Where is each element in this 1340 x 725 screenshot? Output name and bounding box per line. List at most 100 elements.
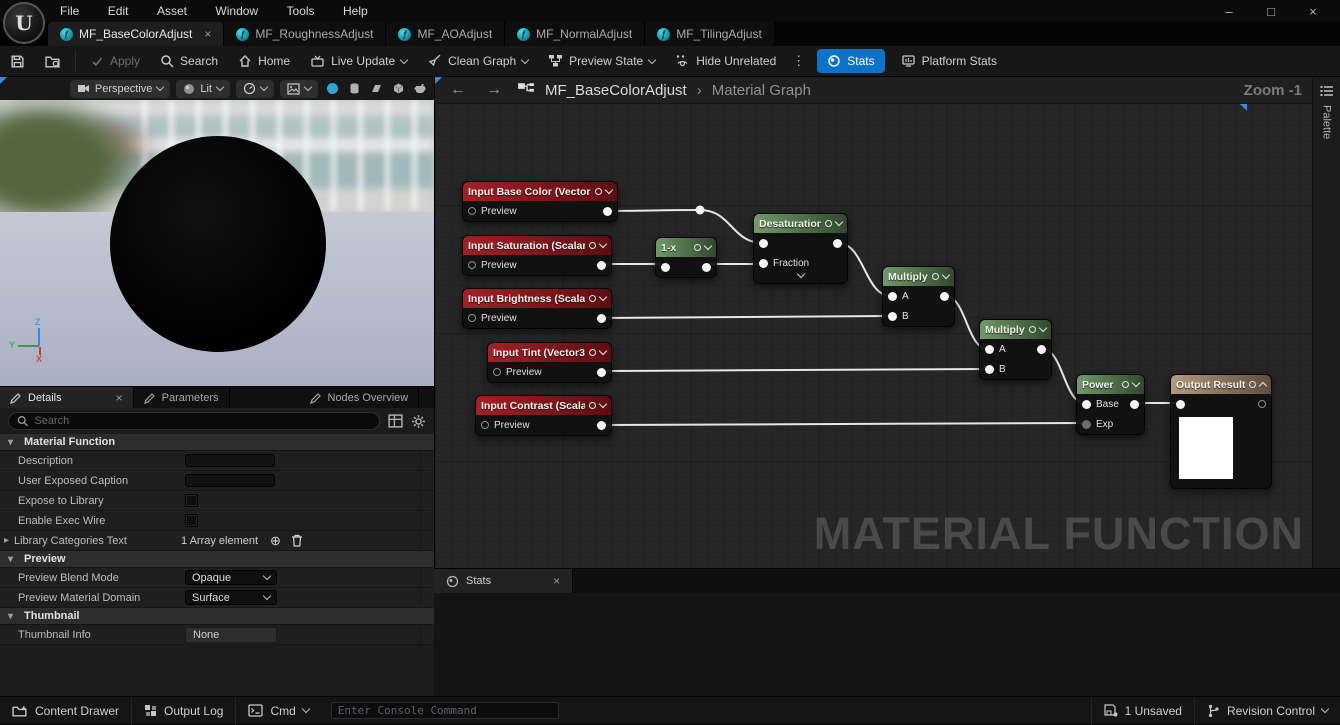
screenshot-select[interactable] [280,80,318,98]
power-node[interactable]: PowerBaseExp [1076,374,1145,435]
chevron-down-icon[interactable] [599,293,607,301]
input-pin[interactable] [1176,400,1185,409]
menu-edit[interactable]: Edit [96,0,141,22]
node-preview-toggle-icon[interactable] [589,349,596,356]
input-pin[interactable] [759,259,768,268]
back-button[interactable]: ← [445,81,471,99]
content-drawer-button[interactable]: Content Drawer [0,697,132,725]
console-command-input[interactable] [331,702,559,719]
clean-graph-button[interactable]: Clean Graph [417,46,538,77]
input-pin[interactable] [888,312,897,321]
chevron-down-icon[interactable] [835,218,843,226]
expose-to-library-checkbox[interactable] [185,494,198,507]
node-header[interactable]: Multiply [883,267,954,286]
node-header[interactable]: Input Brightness (Scalar) [463,289,611,308]
output-pin[interactable] [1130,400,1139,409]
input-pin[interactable] [985,345,994,354]
tab-parameters[interactable]: Parameters [134,387,230,408]
preview-blend-mode-select[interactable]: Opaque [185,570,277,585]
expander-icon[interactable]: ▾ [8,437,18,448]
breadcrumb-asset[interactable]: MF_BaseColorAdjust [545,82,687,99]
delete-array-button[interactable] [291,534,303,547]
node-header[interactable]: Input Saturation (Scalar) [463,236,611,255]
preview-shape-cylinder-button[interactable] [346,81,362,97]
tab-nodes-overview[interactable]: Nodes Overview [300,387,420,408]
reroute-pin[interactable] [696,206,705,215]
viewport-preview-image[interactable]: Z Y X [0,100,434,386]
wire[interactable] [605,210,700,211]
input-pin[interactable] [468,207,476,215]
section-material-function[interactable]: ▾ Material Function [0,434,434,451]
input-tint-node[interactable]: Input Tint (Vector3)Preview [487,342,612,383]
wire[interactable] [602,369,988,371]
preview-viewport[interactable]: Perspective Lit [0,77,434,386]
output-pin[interactable] [940,292,949,301]
preview-shape-plane-button[interactable] [368,81,384,97]
tab-mf-basecoloradjust[interactable]: ƒ MF_BaseColorAdjust × [48,22,224,46]
node-header[interactable]: Output Result [1171,375,1271,394]
apply-button[interactable]: Apply [80,46,150,77]
expander-icon[interactable]: ▾ [8,611,18,622]
menu-asset[interactable]: Asset [145,0,199,22]
menu-help[interactable]: Help [331,0,380,22]
node-header[interactable]: Desaturation [754,214,847,233]
preview-shape-sphere-button[interactable] [324,81,340,97]
tab-mf-roughnessadjust[interactable]: ƒ MF_RoughnessAdjust [224,22,386,46]
tab-mf-aoadjust[interactable]: ƒ MF_AOAdjust [386,22,505,46]
output-pin[interactable] [833,239,842,248]
chevron-down-icon[interactable] [704,242,712,250]
palette-tab-label[interactable]: Palette [1321,105,1333,139]
home-button[interactable]: Home [228,46,300,77]
output-pin[interactable] [597,368,606,377]
chevron-down-icon[interactable] [1132,379,1140,387]
one-minus-x-node[interactable]: 1-x [655,237,717,278]
node-preview-toggle-icon[interactable] [589,295,596,302]
input-brightness-node[interactable]: Input Brightness (Scalar)Preview [462,288,612,329]
output-pin[interactable] [603,207,612,216]
chevron-up-icon[interactable] [1259,382,1267,390]
input-saturation-node[interactable]: Input Saturation (Scalar)Preview [462,235,612,276]
search-button[interactable]: Search [150,46,228,77]
revision-control-button[interactable]: Revision Control [1194,697,1340,725]
cmd-select[interactable]: Cmd [236,697,320,725]
output-pin[interactable] [597,314,606,323]
multiply-2-node[interactable]: MultiplyAB [979,319,1052,380]
tab-mf-tilingadjust[interactable]: ƒ MF_TilingAdjust [645,22,775,46]
node-preview-toggle-icon[interactable] [1249,381,1256,388]
node-header[interactable]: Input Base Color (Vector3) [463,182,617,201]
input-pin[interactable] [481,421,489,429]
chevron-down-icon[interactable] [599,240,607,248]
palette-sidebar[interactable]: Palette [1312,77,1340,568]
input-pin[interactable] [1082,400,1091,409]
input-contrast-node[interactable]: Input Contrast (Scalar)Preview [475,395,612,436]
menu-window[interactable]: Window [203,0,270,22]
expander-icon[interactable]: ▸ [4,535,14,546]
details-search-input[interactable] [34,415,371,427]
node-preview-toggle-icon[interactable] [589,402,596,409]
node-preview-toggle-icon[interactable] [589,242,596,249]
expander-icon[interactable]: ▾ [8,554,18,565]
hide-unrelated-button[interactable]: Hide Unrelated [665,46,786,77]
output-pin[interactable] [1037,345,1046,354]
node-preview-toggle-icon[interactable] [825,220,832,227]
settings-gear-icon[interactable] [411,414,426,429]
tab-stats[interactable]: Stats × [434,569,573,593]
input-pin[interactable] [759,239,768,248]
tab-mf-normaladjust[interactable]: ƒ MF_NormalAdjust [505,22,645,46]
section-preview[interactable]: ▾ Preview [0,551,434,568]
node-preview-toggle-icon[interactable] [595,188,602,195]
node-header[interactable]: Input Tint (Vector3) [488,343,611,362]
node-header[interactable]: Multiply [980,320,1051,339]
output-log-button[interactable]: Output Log [132,697,236,725]
input-pin[interactable] [985,365,994,374]
user-exposed-caption-input[interactable] [185,474,275,487]
view-options-select[interactable] [236,80,274,98]
chevron-down-icon[interactable] [605,186,613,194]
description-input[interactable] [185,454,275,467]
node-header[interactable]: Power [1077,375,1144,394]
wire[interactable] [600,423,1085,425]
stats-toggle-button[interactable]: Stats [817,49,884,73]
enable-exec-wire-checkbox[interactable] [185,514,198,527]
desaturation-node[interactable]: DesaturationFraction [753,213,848,284]
save-button[interactable] [0,46,35,77]
